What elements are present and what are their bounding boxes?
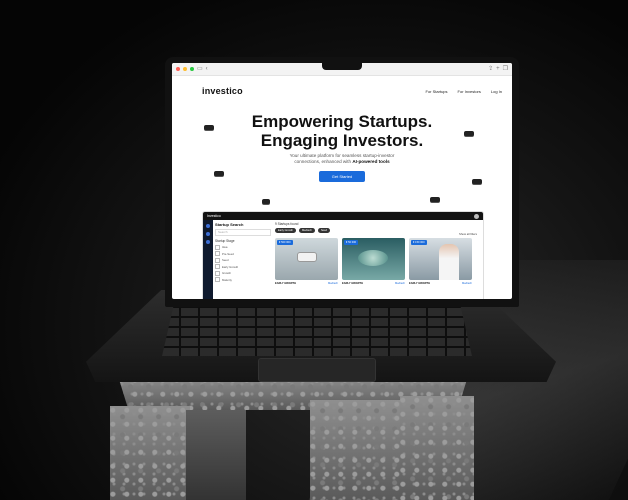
app-header: Investico <box>203 212 483 220</box>
category-link[interactable]: Medtech <box>328 282 338 285</box>
floating-chip-icon <box>262 199 270 204</box>
filter-option[interactable]: Early Growth <box>215 264 271 269</box>
close-dot[interactable] <box>176 67 180 71</box>
filter-tag[interactable]: Seed <box>317 228 331 233</box>
search-icon[interactable] <box>206 232 210 236</box>
share-icon[interactable]: ⇪ <box>488 66 493 72</box>
concrete-block-right <box>400 396 474 500</box>
floating-chip-icon <box>204 125 214 130</box>
site-logo[interactable]: investico <box>202 86 243 96</box>
filter-option[interactable]: Seed <box>215 257 271 263</box>
stage-label: EARLY GROWTH <box>275 282 297 285</box>
startup-cards: € 500 000 € 50 000 € 150 000 <box>275 238 479 280</box>
category-link[interactable]: Medtech <box>395 282 405 285</box>
site-nav: investico For Startups For Investors Log… <box>172 76 512 98</box>
filter-option[interactable]: Idea <box>215 244 271 250</box>
stage-label: EARLY GROWTH <box>409 282 431 285</box>
sidebar-heading: Startup Search <box>215 222 244 227</box>
hero-subtitle: Your ultimate platform for seamless star… <box>172 153 512 165</box>
minimize-dot[interactable] <box>183 67 187 71</box>
startup-card-image[interactable]: € 500 000 <box>275 238 338 280</box>
hero-subtitle-bold: AI-powered tools <box>352 159 390 164</box>
laptop-keyboard <box>162 302 472 356</box>
price-badge: € 50 000 <box>344 240 359 245</box>
zoom-dot[interactable] <box>190 67 194 71</box>
photo-scene: ▭ ‹ ⇪ + ❐ investico For Startups For Inv… <box>0 0 628 500</box>
home-icon[interactable] <box>206 224 210 228</box>
nav-link-login[interactable]: Log In <box>491 89 502 94</box>
startup-card-image[interactable]: € 50 000 <box>342 238 405 280</box>
filter-option-label: Early Growth <box>222 264 239 269</box>
show-filters-link[interactable]: Show all filters <box>459 232 477 236</box>
checkbox[interactable] <box>215 264 220 269</box>
stage-label: EARLY GROWTH <box>342 282 364 285</box>
card-footer: EARLY GROWTH Medtech <box>275 282 338 285</box>
hero-title-line-1: Empowering Startups. <box>251 112 433 131</box>
filter-option[interactable]: Maturity <box>215 277 271 282</box>
laptop-screen: ▭ ‹ ⇪ + ❐ investico For Startups For Inv… <box>172 63 512 299</box>
concrete-block-middle <box>310 400 400 500</box>
filter-option-label: Idea <box>222 245 228 249</box>
new-tab-icon[interactable]: + <box>496 66 500 72</box>
app-title: Investico <box>207 214 221 218</box>
folder-icon[interactable] <box>206 240 210 244</box>
hero-title: Empowering Startups. Engaging Investors. <box>172 112 512 150</box>
checkbox[interactable] <box>215 277 220 282</box>
checkbox[interactable] <box>215 244 220 250</box>
concrete-block-shadow <box>186 410 246 500</box>
filter-option-label: Pre-Seed <box>222 251 234 256</box>
checkbox[interactable] <box>215 251 220 256</box>
floating-chip-icon <box>464 131 474 136</box>
concrete-block-left <box>110 406 190 500</box>
tabs-icon[interactable]: ❐ <box>503 66 508 72</box>
filter-tag[interactable]: Medtech <box>299 228 315 233</box>
price-badge: € 500 000 <box>277 240 293 245</box>
drone-image <box>297 252 317 262</box>
person-image <box>439 244 459 280</box>
get-started-button[interactable]: Get Started <box>319 171 365 182</box>
card-footer: EARLY GROWTH Medtech <box>409 282 472 285</box>
price-badge: € 150 000 <box>411 240 427 245</box>
filter-option-label: Growth <box>222 271 232 275</box>
leaf-image <box>358 250 388 266</box>
filter-option-label: Seed <box>222 258 229 262</box>
filter-option[interactable]: Growth <box>215 270 271 276</box>
hero-subtitle-prefix: connections, enhanced with <box>294 159 353 164</box>
card-footers: EARLY GROWTH Medtech EARLY GROWTH Medtech … <box>275 280 479 285</box>
camera-notch <box>322 63 362 70</box>
hero-subtitle-line-2: connections, enhanced with AI-powered to… <box>172 159 512 165</box>
hero-title-line-2: Engaging Investors. <box>260 131 424 150</box>
filter-option[interactable]: Pre-Seed <box>215 251 271 256</box>
category-link[interactable]: Medtech <box>462 282 472 285</box>
filter-title: Startup Stage <box>215 239 235 243</box>
card-footer: EARLY GROWTH Medtech <box>342 282 405 285</box>
results-area: 9 Startups found Early Growth Medtech Se… <box>275 222 479 285</box>
checkbox[interactable] <box>215 257 220 263</box>
filter-tag[interactable]: Early Growth <box>275 228 296 233</box>
app-preview: Investico Startup Search Search Startup … <box>202 211 484 299</box>
nav-link-investors[interactable]: For Investors <box>458 89 481 94</box>
floating-chip-icon <box>472 179 482 184</box>
startup-card-image[interactable]: € 150 000 <box>409 238 472 280</box>
floating-chip-icon <box>214 171 224 176</box>
nav-link-startups[interactable]: For Startups <box>426 89 448 94</box>
sidebar-icon[interactable]: ▭ <box>197 66 203 72</box>
app-rail <box>203 220 213 299</box>
results-count: 9 Startups found <box>275 222 299 226</box>
laptop-trackpad <box>258 358 376 382</box>
filter-sidebar: Startup Search Search Startup Stage Idea… <box>215 222 271 282</box>
filter-option-label: Maturity <box>222 277 232 282</box>
search-input[interactable]: Search <box>215 229 271 236</box>
active-filters: Early Growth Medtech Seed <box>275 228 479 233</box>
floating-chip-icon <box>430 197 440 202</box>
avatar[interactable] <box>474 213 479 219</box>
checkbox[interactable] <box>215 270 220 276</box>
back-icon[interactable]: ‹ <box>206 66 208 72</box>
